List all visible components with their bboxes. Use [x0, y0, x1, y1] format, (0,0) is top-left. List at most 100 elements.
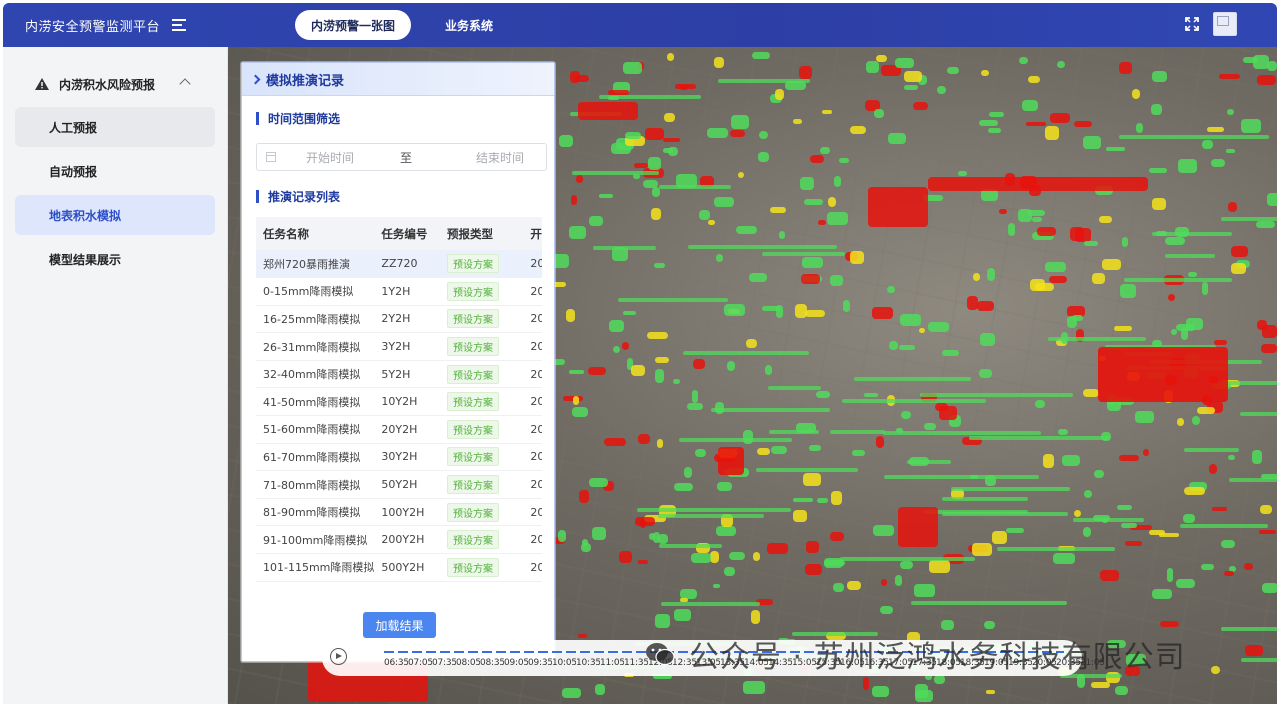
- table-row[interactable]: 51-60mm降雨模拟20Y2H 预设方案 20: [256, 415, 542, 444]
- flood-cell: [907, 459, 951, 464]
- flood-cell: [1221, 217, 1277, 222]
- flood-cell: [1167, 568, 1174, 583]
- sidebar-group-flood-risk[interactable]: 内涝积水风险预报: [3, 65, 227, 103]
- flood-cell: [951, 487, 1071, 492]
- menu-toggle-icon[interactable]: [172, 19, 187, 31]
- flood-cell: [1228, 201, 1237, 212]
- flood-cell: [726, 361, 735, 372]
- table-row[interactable]: 0-15mm降雨模拟1Y2H 预设方案 20: [256, 277, 542, 306]
- flood-cell: [957, 170, 967, 177]
- load-results-button[interactable]: 加载结果: [363, 612, 436, 638]
- flood-cell: [1243, 56, 1258, 64]
- cell-task-code: 20Y2H: [374, 415, 441, 444]
- timeline-tick[interactable]: 09:35: [528, 658, 552, 668]
- flood-cell: [761, 251, 846, 256]
- flood-cell: [871, 685, 889, 698]
- date-range-picker[interactable]: 开始时间 至 结束时间: [256, 143, 547, 171]
- flood-cell: [1150, 103, 1162, 115]
- flood-cell: [1261, 344, 1277, 353]
- flood-cell: [623, 62, 642, 74]
- timeline-tick[interactable]: 07:35: [432, 658, 456, 668]
- flood-cell: [1152, 70, 1167, 82]
- flood-cell: [654, 369, 664, 383]
- flood-cell: [1243, 563, 1254, 571]
- flood-cell: [976, 301, 994, 311]
- timeline-tick[interactable]: 10:35: [576, 658, 600, 668]
- flood-cell: [1120, 284, 1136, 298]
- time-filter-title: 时间范围筛选: [256, 110, 554, 127]
- flood-cell: [1026, 121, 1046, 126]
- flood-cell: [830, 430, 885, 435]
- timeline-tick[interactable]: 09:05: [504, 658, 528, 668]
- flood-cell: [750, 610, 760, 624]
- table-row[interactable]: 71-80mm降雨模拟50Y2H 预设方案 20: [256, 470, 542, 499]
- sidebar-item-manual-forecast[interactable]: 人工预报: [15, 107, 215, 147]
- flood-cell: [764, 364, 772, 376]
- flood-cell: [618, 298, 728, 303]
- flood-cell: [987, 128, 1002, 134]
- flood-cell: [829, 275, 843, 286]
- flood-cell: [801, 257, 823, 268]
- flood-cell: [770, 207, 786, 214]
- cell-start: 20: [523, 305, 542, 334]
- flood-cell: [706, 127, 729, 139]
- start-time-input[interactable]: 开始时间: [306, 149, 386, 166]
- cell-start: 20: [523, 525, 542, 555]
- flood-cell: [588, 477, 608, 488]
- flood-cell: [1151, 231, 1233, 236]
- flood-cell: [598, 95, 701, 100]
- user-avatar[interactable]: [1213, 12, 1237, 36]
- flood-cell: [1256, 75, 1276, 85]
- flood-cell: [1240, 657, 1277, 662]
- flood-cell: [707, 220, 715, 226]
- play-icon[interactable]: [330, 648, 347, 665]
- flood-cell: [1213, 339, 1227, 345]
- table-row[interactable]: 郑州720暴雨推演ZZ720 预设方案 20: [256, 250, 542, 279]
- flood-cell: [1165, 253, 1215, 258]
- timeline-tick[interactable]: 08:35: [480, 658, 504, 668]
- timeline-tick[interactable]: 10:05: [552, 658, 576, 668]
- flood-cell: [1114, 326, 1133, 332]
- cell-task-name: 郑州720暴雨推演: [256, 250, 375, 279]
- table-row[interactable]: 41-50mm降雨模拟10Y2H 预设方案 20: [256, 387, 542, 417]
- flood-cell: [928, 177, 1148, 191]
- flood-cell: [758, 151, 769, 163]
- flood-cell: [928, 321, 949, 333]
- record-table: 任务名称 任务编号 预报类型 开 郑州720暴雨推演ZZ720预设方案200-1…: [256, 217, 542, 582]
- flood-cell: [817, 219, 827, 225]
- tab-flood-map[interactable]: 内涝预警一张图: [295, 10, 412, 40]
- flood-cell: [748, 272, 767, 282]
- flood-cell: [558, 530, 566, 542]
- timeline-tick[interactable]: 08:05: [456, 658, 480, 668]
- timeline-tick[interactable]: 06:35: [384, 658, 408, 668]
- end-time-input[interactable]: 结束时间: [476, 149, 524, 166]
- flood-cell: [1211, 665, 1221, 675]
- table-row[interactable]: 101-115mm降雨模拟500Y2H 预设方案 20: [256, 553, 542, 582]
- table-row[interactable]: 16-25mm降雨模拟2Y2H 预设方案 20: [256, 305, 542, 334]
- table-row[interactable]: 61-70mm降雨模拟30Y2H 预设方案 20: [256, 443, 542, 472]
- cell-forecast-type: 预设方案: [440, 443, 524, 472]
- timeline-tick[interactable]: 07:05: [408, 658, 432, 668]
- sidebar-item-surface-water-sim[interactable]: 地表积水模拟: [15, 195, 215, 235]
- calendar-icon: [266, 152, 276, 162]
- flood-cell: [1121, 522, 1138, 528]
- timeline-tick[interactable]: 11:05: [600, 658, 624, 668]
- sidebar-item-model-results[interactable]: 模型结果展示: [15, 239, 215, 279]
- tab-business-system[interactable]: 业务系统: [429, 10, 509, 40]
- flood-cell: [1047, 337, 1146, 342]
- flood-cell: [1261, 582, 1277, 593]
- sidebar-item-auto-forecast[interactable]: 自动预报: [15, 151, 215, 191]
- table-row[interactable]: 26-31mm降雨模拟3Y2H 预设方案 20: [256, 332, 542, 361]
- cell-forecast-type: 预设方案: [440, 415, 524, 444]
- flood-cell: [631, 365, 646, 376]
- flood-cell: [1124, 278, 1232, 283]
- flood-cell: [1034, 282, 1054, 291]
- cell-task-code: 200Y2H: [374, 525, 441, 555]
- table-row[interactable]: 91-100mm降雨模拟200Y2H 预设方案 20: [256, 525, 542, 555]
- flood-cell: [804, 199, 823, 205]
- table-row[interactable]: 32-40mm降雨模拟5Y2H 预设方案 20: [256, 360, 542, 389]
- fullscreen-icon[interactable]: [1185, 17, 1199, 31]
- flood-cell: [599, 193, 614, 199]
- table-row[interactable]: 81-90mm降雨模拟100Y2H 预设方案 20: [256, 498, 542, 527]
- flood-cell: [660, 602, 760, 607]
